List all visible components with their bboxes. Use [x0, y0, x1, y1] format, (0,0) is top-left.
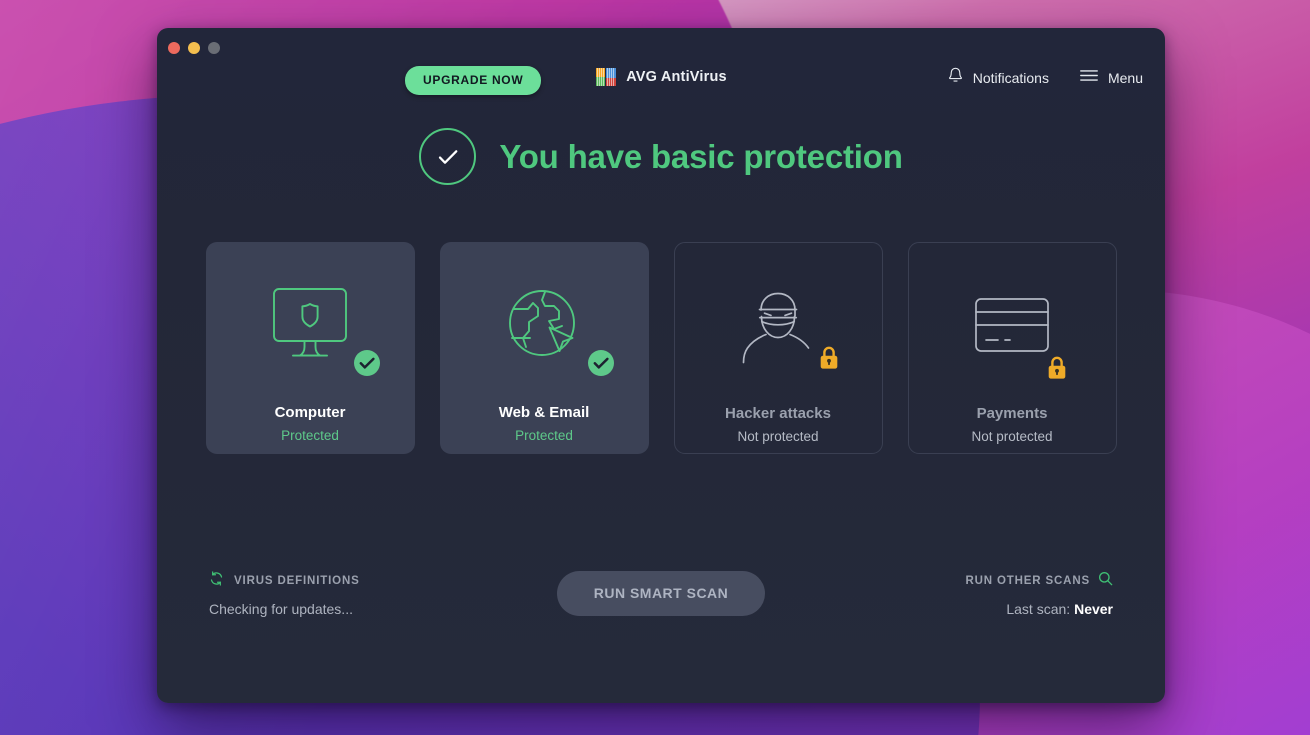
check-badge-icon [353, 349, 381, 377]
notifications-label: Notifications [973, 70, 1049, 86]
card-payments[interactable]: Payments Not protected [908, 242, 1117, 454]
close-button[interactable] [168, 42, 180, 54]
upgrade-now-button[interactable]: UPGRADE NOW [405, 66, 541, 95]
other-scans-section: RUN OTHER SCANS Last scan: Never [813, 571, 1113, 617]
card-icon-wrap [947, 276, 1077, 376]
card-computer[interactable]: Computer Protected [206, 242, 415, 454]
card-hacker-attacks[interactable]: Hacker attacks Not protected [674, 242, 883, 454]
status-badge: Not protected [971, 429, 1052, 444]
card-title: Payments [977, 405, 1048, 422]
app-title: AVG AntiVirus [626, 69, 727, 85]
last-scan-line: Last scan: Never [813, 601, 1113, 617]
notifications-button[interactable]: Notifications [947, 66, 1049, 90]
search-icon [1098, 571, 1113, 591]
window-titlebar: UPGRADE NOW [157, 28, 1165, 70]
bell-icon [947, 66, 964, 90]
card-icon-wrap [245, 275, 375, 375]
last-scan-value: Never [1074, 601, 1113, 617]
card-title: Web & Email [499, 404, 590, 421]
lock-badge-icon [1045, 354, 1073, 382]
masked-hacker-icon [733, 283, 823, 370]
status-badge: Protected [281, 428, 339, 443]
virus-definitions-header[interactable]: VIRUS DEFINITIONS [209, 571, 509, 591]
virus-definitions-section: VIRUS DEFINITIONS Checking for updates..… [209, 571, 509, 617]
status-badge: Not protected [737, 429, 818, 444]
refresh-sync-icon [209, 571, 224, 591]
minimize-button[interactable] [188, 42, 200, 54]
credit-card-icon [969, 293, 1055, 360]
protection-status-banner: You have basic protection [157, 128, 1165, 185]
page-title: You have basic protection [499, 138, 902, 176]
menu-label: Menu [1108, 70, 1143, 86]
card-icon-wrap [713, 276, 843, 376]
titlebar-actions: Notifications Menu [947, 66, 1143, 90]
run-other-scans-button[interactable]: RUN OTHER SCANS [813, 571, 1113, 591]
check-badge-icon [587, 349, 615, 377]
status-badge: Protected [515, 428, 573, 443]
monitor-shield-icon [267, 284, 353, 367]
virus-definitions-status: Checking for updates... [209, 601, 509, 617]
hamburger-menu-icon [1079, 68, 1099, 88]
traffic-lights [168, 42, 220, 54]
lock-badge-icon [817, 344, 845, 372]
check-circle-icon [419, 128, 476, 185]
menu-button[interactable]: Menu [1079, 68, 1143, 88]
card-web-email[interactable]: Web & Email Protected [440, 242, 649, 454]
window-footer: VIRUS DEFINITIONS Checking for updates..… [157, 571, 1165, 641]
card-title: Computer [275, 404, 346, 421]
run-other-scans-label: RUN OTHER SCANS [965, 575, 1090, 587]
virus-definitions-title: VIRUS DEFINITIONS [234, 575, 360, 587]
avg-logo-icon [595, 66, 617, 88]
smart-scan-wrap: RUN SMART SCAN [509, 571, 813, 616]
last-scan-prefix: Last scan: [1006, 601, 1070, 617]
protection-cards: Computer Protected [157, 242, 1165, 454]
card-icon-wrap [479, 275, 609, 375]
globe-cursor-icon [501, 283, 587, 368]
card-title: Hacker attacks [725, 405, 831, 422]
run-smart-scan-button[interactable]: RUN SMART SCAN [557, 571, 766, 616]
zoom-button[interactable] [208, 42, 220, 54]
avg-antivirus-window: UPGRADE NOW [157, 28, 1165, 703]
